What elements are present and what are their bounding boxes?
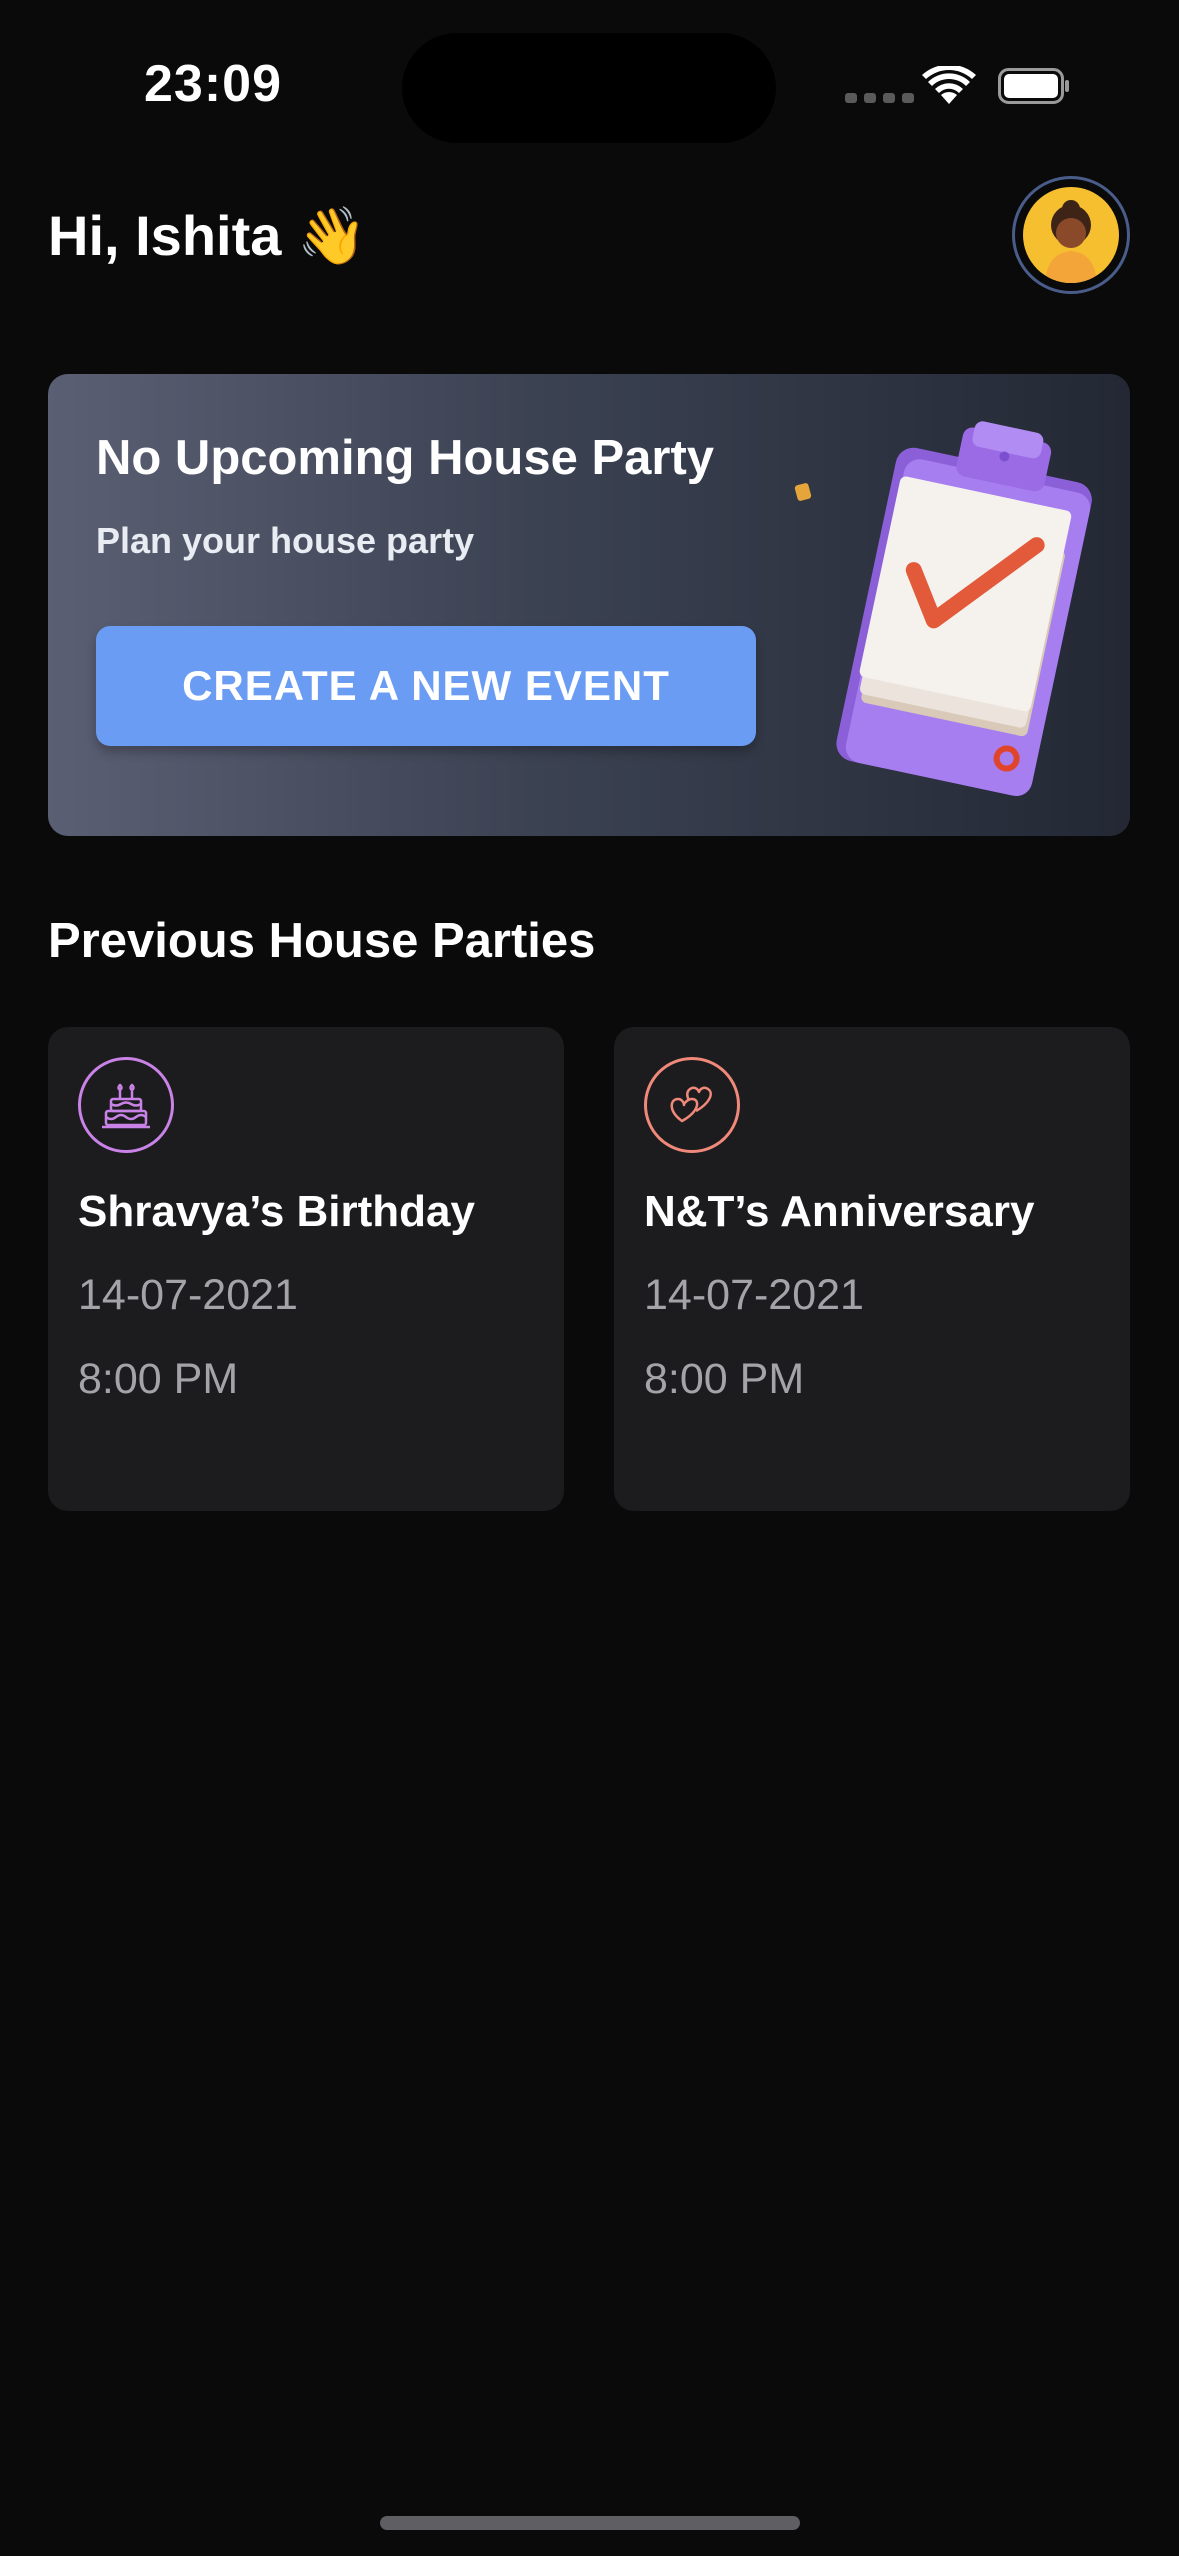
cellular-signal-icon xyxy=(845,93,914,103)
hearts-icon xyxy=(644,1057,740,1153)
avatar xyxy=(1023,187,1119,283)
dynamic-island xyxy=(402,33,776,143)
greeting-title: Hi, Ishita 👋 xyxy=(48,204,367,267)
birthday-cake-icon xyxy=(78,1057,174,1153)
battery-icon xyxy=(998,68,1069,104)
create-new-event-button[interactable]: CREATE A NEW EVENT xyxy=(96,626,756,746)
user-avatar-icon xyxy=(1045,200,1097,283)
no-upcoming-party-card: No Upcoming House Party Plan your house … xyxy=(48,374,1130,836)
clipboard-checklist-icon xyxy=(794,421,1092,797)
section-title-previous-parties: Previous House Parties xyxy=(48,914,596,968)
party-date: 14-07-2021 xyxy=(78,1271,298,1319)
status-time: 23:09 xyxy=(144,55,282,113)
party-name: Shravya’s Birthday xyxy=(78,1187,475,1236)
wifi-icon xyxy=(922,66,976,104)
party-card-birthday[interactable]: Shravya’s Birthday 14-07-2021 8:00 PM xyxy=(48,1027,564,1511)
party-date: 14-07-2021 xyxy=(644,1271,864,1319)
party-time: 8:00 PM xyxy=(78,1355,239,1403)
hero-title: No Upcoming House Party xyxy=(96,431,715,485)
home-indicator[interactable] xyxy=(380,2516,800,2530)
party-name: N&T’s Anniversary xyxy=(644,1187,1035,1236)
party-time: 8:00 PM xyxy=(644,1355,805,1403)
profile-avatar-button[interactable] xyxy=(1012,176,1130,294)
party-card-anniversary[interactable]: N&T’s Anniversary 14-07-2021 8:00 PM xyxy=(614,1027,1130,1511)
hero-subtitle: Plan your house party xyxy=(96,520,475,561)
